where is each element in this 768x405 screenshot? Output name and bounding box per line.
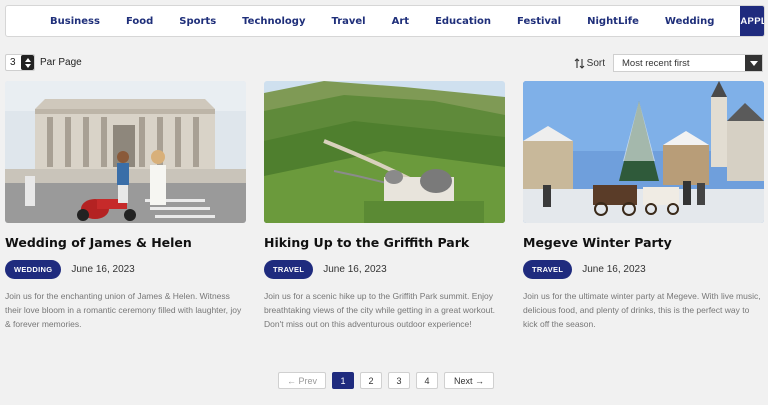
event-title[interactable]: Megeve Winter Party: [523, 235, 764, 250]
chevron-down-icon: [745, 55, 762, 71]
event-image-wedding[interactable]: [5, 81, 246, 223]
next-page-button[interactable]: Next →: [444, 372, 494, 389]
arrow-left-icon: ←: [286, 375, 296, 386]
category-festival[interactable]: Festival: [517, 16, 561, 27]
page-button-2[interactable]: 2: [360, 372, 382, 389]
prev-label: Prev: [298, 375, 318, 386]
event-title[interactable]: Wedding of James & Helen: [5, 235, 246, 250]
event-description: Join us for the enchanting union of Jame…: [5, 291, 242, 329]
sort-selected-value: Most recent first: [622, 57, 690, 69]
event-card: Hiking Up to the Griffith Park TRAVEL Ju…: [264, 81, 505, 331]
sort-select[interactable]: Most recent first: [613, 54, 763, 72]
event-date: June 16, 2023: [323, 264, 387, 275]
event-meta: TRAVEL June 16, 2023: [264, 260, 505, 279]
category-food[interactable]: Food: [126, 16, 153, 27]
page-button-1[interactable]: 1: [332, 372, 354, 389]
event-title[interactable]: Hiking Up to the Griffith Park: [264, 235, 505, 250]
sort-arrows-icon: [574, 57, 585, 69]
category-travel[interactable]: Travel: [331, 16, 365, 27]
category-nightlife[interactable]: NightLife: [587, 16, 639, 27]
event-card: Megeve Winter Party TRAVEL June 16, 2023…: [523, 81, 764, 331]
category-business[interactable]: Business: [50, 16, 100, 27]
event-date: June 16, 2023: [582, 264, 646, 275]
arrow-right-icon: →: [475, 375, 485, 386]
category-technology[interactable]: Technology: [242, 16, 305, 27]
sort-button[interactable]: Sort: [574, 58, 605, 69]
sort-label: Sort: [586, 57, 605, 69]
apply-button[interactable]: APPLY: [740, 6, 764, 36]
page-button-3[interactable]: 3: [388, 372, 410, 389]
category-education[interactable]: Education: [435, 16, 491, 27]
per-page-value: 3: [10, 57, 16, 68]
pagination: ← Prev 1 2 3 4 Next →: [278, 372, 494, 389]
event-card: Wedding of James & Helen WEDDING June 16…: [5, 81, 246, 331]
category-badge[interactable]: WEDDING: [5, 260, 62, 279]
category-list: Business Food Sports Technology Travel A…: [6, 6, 740, 36]
category-filter-bar: Business Food Sports Technology Travel A…: [5, 5, 765, 37]
event-image-winter[interactable]: [523, 81, 764, 223]
category-wedding[interactable]: Wedding: [665, 16, 714, 27]
category-badge[interactable]: TRAVEL: [523, 260, 573, 279]
event-image-hiking[interactable]: [264, 81, 505, 223]
event-description: Join us for the ultimate winter party at…: [523, 291, 761, 329]
event-meta: TRAVEL June 16, 2023: [523, 260, 764, 279]
per-page-control: 3 Par Page: [5, 54, 82, 71]
event-card-list: Wedding of James & Helen WEDDING June 16…: [5, 81, 764, 331]
per-page-input[interactable]: 3: [5, 54, 35, 71]
sort-control: Sort Most recent first: [574, 54, 763, 72]
event-date: June 16, 2023: [71, 264, 135, 275]
category-badge[interactable]: TRAVEL: [264, 260, 314, 279]
page-button-4[interactable]: 4: [416, 372, 438, 389]
category-sports[interactable]: Sports: [179, 16, 216, 27]
prev-page-button[interactable]: ← Prev: [278, 372, 326, 389]
next-label: Next: [453, 375, 473, 386]
spinner-icon[interactable]: [21, 55, 34, 70]
per-page-label: Par Page: [40, 57, 82, 68]
event-meta: WEDDING June 16, 2023: [5, 260, 246, 279]
event-description: Join us for a scenic hike up to the Grif…: [264, 291, 496, 329]
category-art[interactable]: Art: [392, 16, 409, 27]
